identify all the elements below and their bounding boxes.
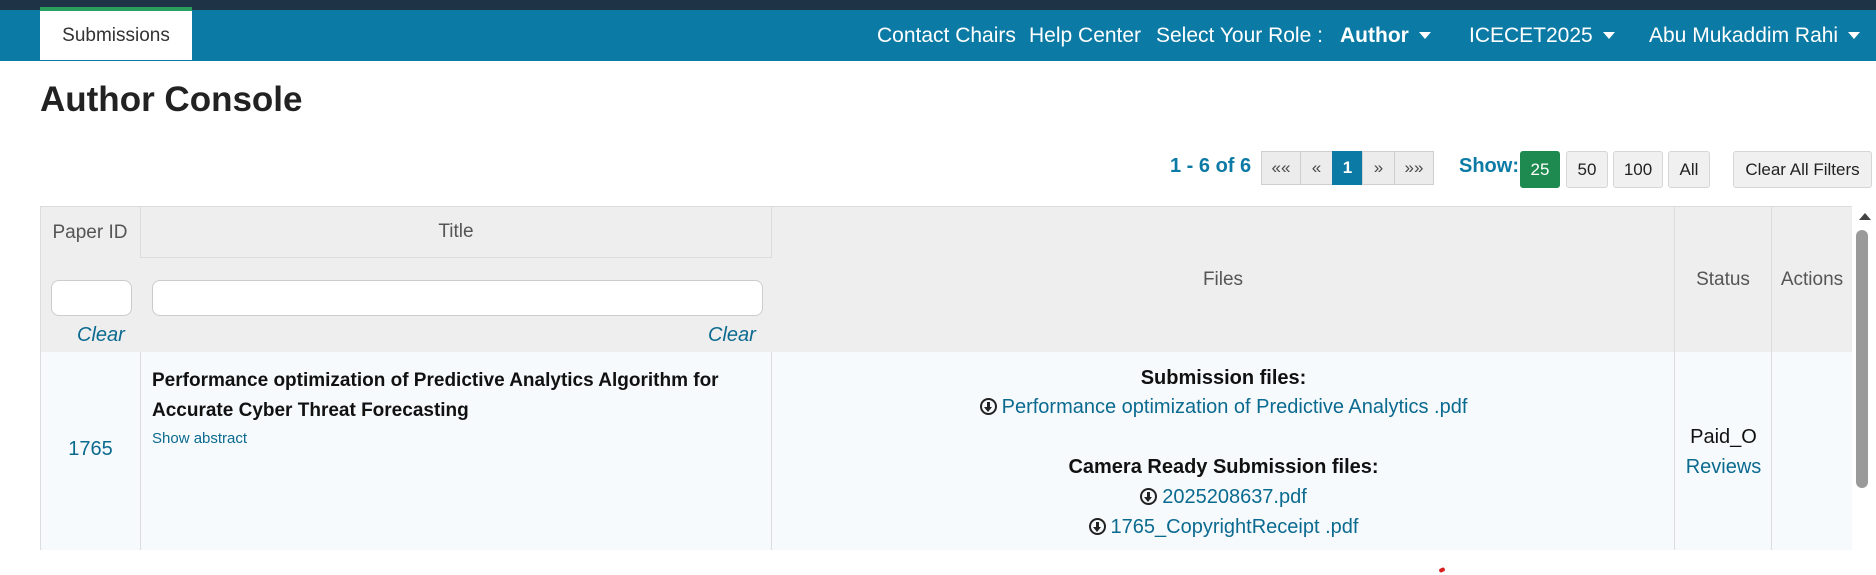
paper-id-filter-input[interactable] [51, 280, 132, 316]
title-clear-link[interactable]: Clear [708, 324, 756, 347]
first-page-button[interactable]: «« [1261, 151, 1301, 185]
header-status[interactable]: Status [1675, 207, 1772, 352]
reviews-link[interactable]: Reviews [1675, 456, 1772, 479]
header-title[interactable]: Title [141, 207, 772, 258]
page-title: Author Console [40, 80, 303, 119]
title-cell: Performance optimization of Predictive A… [141, 352, 772, 550]
next-page-button[interactable]: » [1362, 151, 1395, 185]
cursor-mark [1438, 566, 1446, 574]
header-actions: Actions [1772, 207, 1852, 352]
submissions-table: Paper ID Title Files Status Actions Clea… [40, 206, 1852, 550]
paper-id-cell: 1765 [40, 352, 141, 550]
title-filter-input[interactable] [152, 280, 763, 316]
nav-help-center[interactable]: Help Center [1029, 10, 1141, 61]
caret-down-icon [1418, 32, 1431, 39]
tab-submissions[interactable]: Submissions [40, 7, 192, 60]
last-page-button[interactable]: »» [1394, 151, 1434, 185]
nav-contact-chairs[interactable]: Contact Chairs [877, 10, 1016, 61]
status-value: Paid_O [1690, 426, 1757, 448]
table-scrollbar[interactable] [1852, 206, 1876, 549]
page-size-50-button[interactable]: 50 [1566, 151, 1608, 188]
paper-title: Performance optimization of Predictive A… [152, 370, 719, 421]
page-size-25-button[interactable]: 25 [1520, 151, 1560, 188]
role-dropdown[interactable]: Author [1340, 10, 1431, 61]
user-dropdown[interactable]: Abu Mukaddim Rahi [1649, 10, 1861, 61]
table-left-border [40, 207, 41, 550]
header-files: Files [772, 207, 1675, 352]
camera-ready-label: Camera Ready Submission files: [1068, 456, 1379, 478]
current-page-button[interactable]: 1 [1332, 151, 1363, 185]
navbar: Contact Chairs Help Center Select Your R… [0, 10, 1876, 61]
submission-file-item: Performance optimization of Predictive A… [772, 396, 1675, 419]
camera-file-link[interactable]: 2025208637.pdf [1162, 486, 1307, 508]
download-icon[interactable] [979, 398, 997, 415]
pager-summary: 1 - 6 of 6 [1170, 155, 1252, 177]
header-paper-id[interactable]: Paper ID [40, 207, 141, 258]
submission-files-label: Submission files: [1140, 367, 1307, 389]
role-value: Author [1340, 23, 1409, 47]
conference-dropdown[interactable]: ICECET2025 [1469, 10, 1615, 61]
files-cell: Submission files: Performance optimizati… [772, 352, 1675, 550]
conference-value: ICECET2025 [1469, 23, 1593, 47]
scroll-thumb[interactable] [1856, 230, 1868, 488]
role-label: Select Your Role : [1156, 23, 1323, 47]
table-row: 1765 Performance optimization of Predict… [40, 352, 1852, 550]
user-name: Abu Mukaddim Rahi [1649, 23, 1839, 47]
scroll-up-icon[interactable] [1859, 213, 1871, 220]
caret-down-icon [1848, 32, 1861, 39]
clear-all-filters-button[interactable]: Clear All Filters [1733, 151, 1872, 188]
download-icon[interactable] [1088, 518, 1106, 535]
download-icon[interactable] [1140, 488, 1158, 505]
submission-file-link[interactable]: Performance optimization of Predictive A… [1002, 396, 1468, 418]
paper-id-clear-link[interactable]: Clear [77, 324, 125, 347]
caret-down-icon [1602, 32, 1615, 39]
copyright-file-link[interactable]: 1765_CopyrightReceipt .pdf [1111, 516, 1359, 538]
camera-file-item: 2025208637.pdf [772, 486, 1675, 509]
prev-page-button[interactable]: « [1300, 151, 1333, 185]
page-size-all-button[interactable]: All [1668, 151, 1710, 188]
paper-id-link[interactable]: 1765 [40, 438, 141, 461]
show-label: Show: [1459, 155, 1519, 177]
top-strip [0, 0, 1876, 10]
copyright-file-item: 1765_CopyrightReceipt .pdf [772, 516, 1675, 539]
show-abstract-link[interactable]: Show abstract [152, 430, 247, 447]
page-size-100-button[interactable]: 100 [1613, 151, 1663, 188]
actions-cell [1772, 352, 1852, 550]
status-cell: Paid_O Reviews [1675, 352, 1772, 550]
